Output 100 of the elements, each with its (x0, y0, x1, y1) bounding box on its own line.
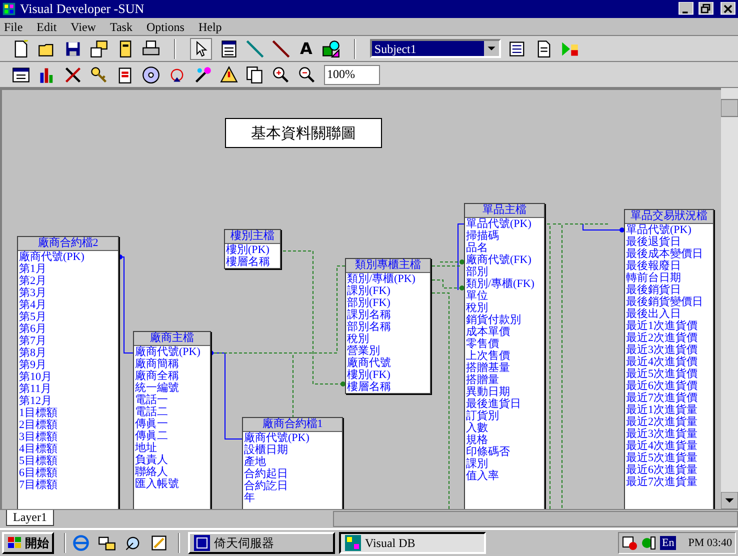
table-field: 廠商簡稱 (134, 358, 210, 370)
connector-dot (460, 260, 464, 264)
new-file-icon[interactable] (12, 40, 30, 58)
table-field: 單品代號(PK) (465, 218, 544, 230)
text-tool-button[interactable]: A (298, 40, 314, 58)
taskbar-button[interactable]: 倚天伺服器 (188, 532, 335, 554)
table-field: 訂貨別 (465, 410, 544, 422)
entity-table[interactable]: 廠商合約檔2 廠商代號(PK) 第1月 第2月 第3月 第4月 第5月 第6月 第7月 第8月 第9月 第10月 第11月 第12月 1目標額 2目標額 3目標額 4目標額 5目標額 6目標額 7目標額 (17, 236, 119, 509)
entity-table[interactable]: 廠商合約檔1 廠商代號(PK) 設櫃日期 產地 合約起日 合約訖日 年 (242, 417, 343, 509)
table-field: 4目標額 (18, 443, 118, 455)
table-field: 第11月 (18, 383, 118, 395)
table-field: 課別名稱 (346, 309, 430, 321)
server-app-icon (194, 535, 210, 551)
table-field: 最近6次進貨量 (625, 464, 713, 476)
restore-button[interactable] (698, 2, 714, 16)
table-field: 上次售價 (465, 350, 544, 362)
close-button[interactable] (720, 2, 736, 16)
table-field: 課別(FK) (346, 285, 430, 297)
table-field: 最後進貨日 (465, 398, 544, 410)
table-field: 入數 (465, 422, 544, 434)
zoom-out-icon[interactable] (298, 66, 316, 84)
table-field: 搭贈量 (465, 374, 544, 386)
caret-icon (484, 41, 500, 56)
minimize-button[interactable] (678, 2, 694, 16)
clock: PM 03:40 (688, 536, 732, 551)
window-stack-icon[interactable] (90, 40, 108, 58)
pointer-tool-button[interactable] (190, 38, 212, 60)
pages-icon[interactable] (246, 66, 264, 84)
line-icon[interactable] (272, 40, 290, 58)
table-field: 廠商全稱 (134, 370, 210, 382)
horizontal-scrollbar[interactable] (333, 511, 738, 527)
line-icon[interactable] (246, 40, 264, 58)
shapes-icon[interactable] (322, 40, 340, 58)
table-field: 負責人 (134, 454, 210, 466)
network-icon[interactable] (98, 534, 116, 552)
table-field: 第12月 (18, 395, 118, 407)
table-header: 廠商合約檔2 (18, 237, 118, 251)
warning-icon[interactable] (220, 66, 238, 84)
entity-table[interactable]: 類別專櫃主檔 類別/專櫃(PK) 課別(FK) 部別(FK) 課別名稱 部別名稱 稅別 營業別 廠商代號 樓別(FK) 樓層名稱 (345, 258, 431, 394)
vertical-scrollbar[interactable] (721, 88, 738, 509)
table-field: 最近2次進貨價 (625, 332, 713, 344)
speaker-icon[interactable] (641, 535, 657, 551)
table-field: 第10月 (18, 371, 118, 383)
table-field: 最近1次進貨價 (625, 320, 713, 332)
zoom-in-icon[interactable] (272, 66, 290, 84)
entity-table[interactable]: 單品主檔 單品代號(PK) 掃描碼 品名 廠商代號(FK) 部別 類別/專櫃(FK) 單位 稅別 銷貨付款別 成本單價 零售價 上次售價 搭贈基量 搭贈量 異動日期 最後進貨日 訂貨別 入數 規格 印條碼否 課別 值入率 (464, 203, 545, 509)
table-field: 值入率 (465, 470, 544, 482)
table-field: 最近5次進貨量 (625, 452, 713, 464)
disc-icon[interactable] (142, 66, 160, 84)
table-field: 合約起日 (243, 468, 342, 480)
input-method-indicator[interactable]: En (660, 536, 676, 550)
taskbar-button[interactable]: Visual DB (339, 532, 486, 554)
table-field: 最近4次進貨價 (625, 356, 713, 368)
table-field: 1目標額 (18, 407, 118, 419)
table-field: 產地 (243, 456, 342, 468)
menu-item[interactable]: Task (108, 18, 134, 36)
table-field: 樓層名稱 (346, 381, 430, 393)
table-field: 統一編號 (134, 382, 210, 394)
table-icon[interactable] (220, 40, 238, 58)
table-header: 樓別主檔 (225, 230, 280, 244)
tray-app-icon[interactable] (622, 535, 638, 551)
entity-table[interactable]: 廠商主檔 廠商代號(PK) 廠商簡稱 廠商全稱 統一編號 電話一 電話二 傳眞一 傳眞二 地址 負責人 聯絡人 匯入帳號 (133, 331, 211, 509)
table-field: 單品代號(PK) (625, 224, 713, 236)
layer-tab[interactable]: Layer1 (6, 510, 54, 526)
table-field: 最後銷貨變價日 (625, 296, 713, 308)
magic-icon[interactable] (194, 66, 212, 84)
table-field: 印條碼否 (465, 446, 544, 458)
calendar-icon[interactable] (12, 66, 30, 84)
table-field: 最近5次進貨價 (625, 368, 713, 380)
key-icon[interactable] (90, 66, 108, 84)
table-field: 第7月 (18, 335, 118, 347)
menu-item[interactable]: Edit (36, 18, 58, 36)
menu-item[interactable]: Help (197, 18, 223, 36)
table-field: 第3月 (18, 287, 118, 299)
menu-item[interactable]: File (3, 18, 24, 36)
run-icon[interactable] (561, 40, 580, 58)
browser-icon[interactable] (72, 534, 90, 552)
subject-dropdown[interactable]: Subject1 (370, 39, 502, 58)
menu-item[interactable]: View (70, 18, 97, 36)
table-field: 最近3次進貨價 (625, 344, 713, 356)
table-field: 最後銷貨日 (625, 284, 713, 296)
table-field: 傳眞二 (134, 430, 210, 442)
table-field: 最近3次進貨量 (625, 428, 713, 440)
entity-table[interactable]: 單品交易狀況檔 單品代號(PK) 最後退貨日 最後成本變價日 最後報廢日 轉前台日期 最後銷貨日 最後銷貨變價日 最後出入日 最近1次進貨價 最近2次進貨價 最近3次進貨價 最近4次進貨價 最近5次進貨價 最近6次進貨價 最近7次進貨價 最近1次進貨量 最近2次進貨量 最近3次進貨量 最近4次進貨量 最近5次進貨量 最近6次進貨量 最近7次進貨量 (624, 209, 714, 509)
save-icon[interactable] (64, 40, 82, 58)
zoom-field[interactable]: 100% (324, 64, 380, 84)
table-field: 第4月 (18, 299, 118, 311)
grid-app-icon (2, 2, 16, 16)
sp-document-icon[interactable] (116, 66, 134, 84)
table-field: 匯入帳號 (134, 478, 210, 490)
table-field: 第5月 (18, 311, 118, 323)
entity-table[interactable]: 樓別主檔 樓別(PK) 樓層名稱 (224, 229, 281, 269)
table-field: 最後成本變價日 (625, 248, 713, 260)
window-title: Visual Developer -SUN (20, 0, 146, 18)
print-icon[interactable] (142, 40, 160, 58)
table-field: 第2月 (18, 275, 118, 287)
notepad-icon[interactable] (150, 534, 168, 552)
start-button[interactable]: 開始 (2, 532, 54, 554)
table-field: 廠商代號(PK) (134, 346, 210, 358)
menu-item[interactable]: Options (145, 18, 186, 36)
